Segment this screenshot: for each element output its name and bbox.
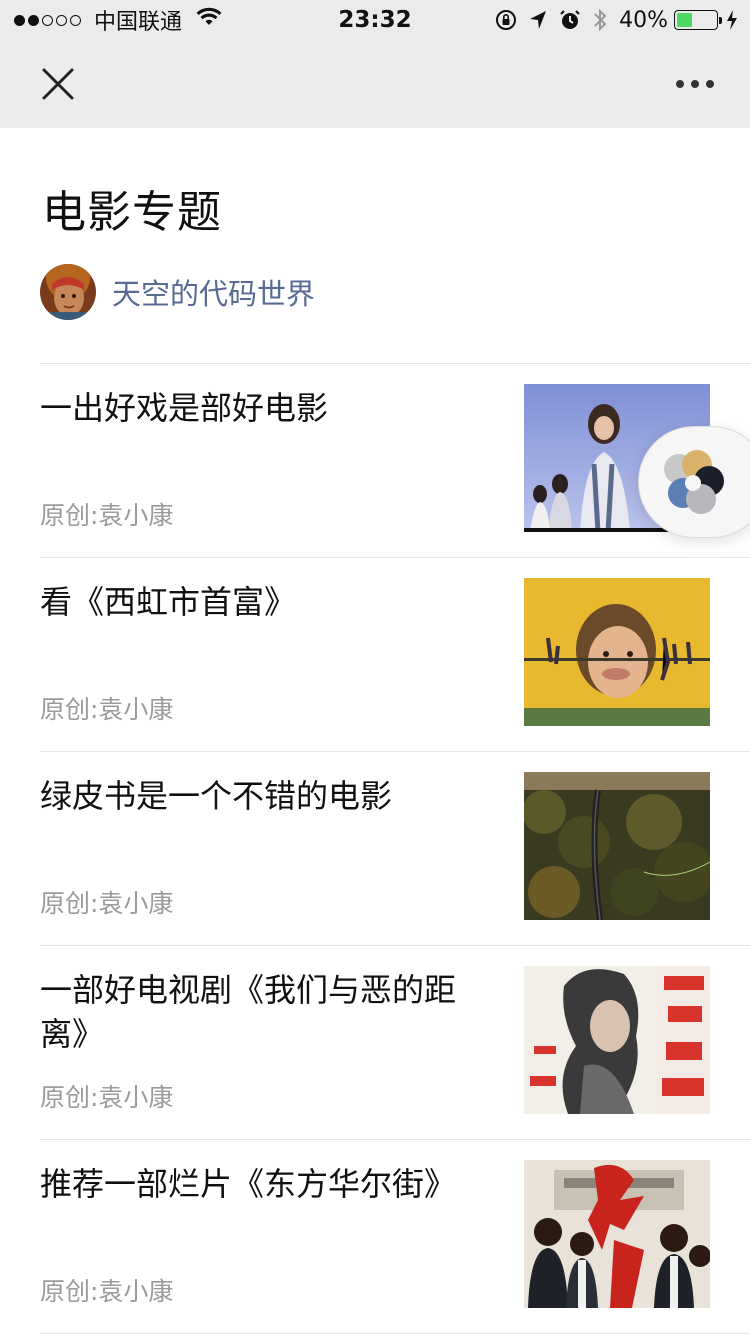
- location-arrow-icon: [529, 10, 547, 30]
- more-dots-icon: [676, 80, 714, 88]
- more-options-button[interactable]: [670, 62, 720, 106]
- article-title: 推荐一部烂片《东方华尔街》: [40, 1165, 457, 1203]
- bluetooth-icon: [593, 8, 607, 32]
- article-thumbnail: [524, 966, 710, 1114]
- floating-window-button[interactable]: [638, 426, 750, 538]
- orientation-lock-icon: [495, 9, 517, 31]
- alarm-icon: [559, 9, 581, 31]
- battery-icon: [674, 10, 722, 30]
- article-source: 原创:袁小康: [40, 501, 174, 530]
- article-list: 一出好戏是部好电影 原创:袁小康 看《西虹市首富》 原创:袁小康 绿皮书是一个不…: [40, 363, 750, 1334]
- list-item[interactable]: 绿皮书是一个不错的电影 原创:袁小康: [40, 751, 750, 945]
- close-icon: [42, 68, 74, 100]
- list-item[interactable]: 看《西虹市首富》 原创:袁小康: [40, 557, 750, 751]
- author-name[interactable]: 天空的代码世界: [112, 271, 315, 313]
- article-source: 原创:袁小康: [40, 889, 174, 918]
- article-source: 原创:袁小康: [40, 695, 174, 724]
- article-thumbnail: [524, 772, 710, 920]
- battery-percent: 40%: [619, 7, 668, 33]
- article-title: 一出好戏是部好电影: [40, 389, 329, 427]
- article-title: 绿皮书是一个不错的电影: [40, 777, 393, 815]
- close-button[interactable]: [36, 62, 80, 106]
- nav-bar: [0, 40, 750, 128]
- article-thumbnail: [524, 578, 710, 726]
- charging-bolt-icon: [726, 10, 738, 30]
- author-row[interactable]: 天空的代码世界: [40, 264, 315, 320]
- list-item[interactable]: 推荐一部烂片《东方华尔街》 原创:袁小康: [40, 1139, 750, 1333]
- list-item[interactable]: 一部好电视剧《我们与恶的距离》 原创:袁小康: [40, 945, 750, 1139]
- article-title: 一部好电视剧《我们与恶的距离》: [40, 971, 457, 1053]
- avatar[interactable]: [40, 264, 96, 320]
- status-bar: 中国联通 23:32 40%: [0, 0, 750, 40]
- article-source: 原创:袁小康: [40, 1277, 174, 1306]
- article-source: 原创:袁小康: [40, 1083, 174, 1112]
- page-title: 电影专题: [42, 187, 222, 238]
- floating-window-icon: [664, 450, 724, 514]
- article-thumbnail: [524, 1160, 710, 1308]
- article-title: 看《西虹市首富》: [40, 583, 297, 621]
